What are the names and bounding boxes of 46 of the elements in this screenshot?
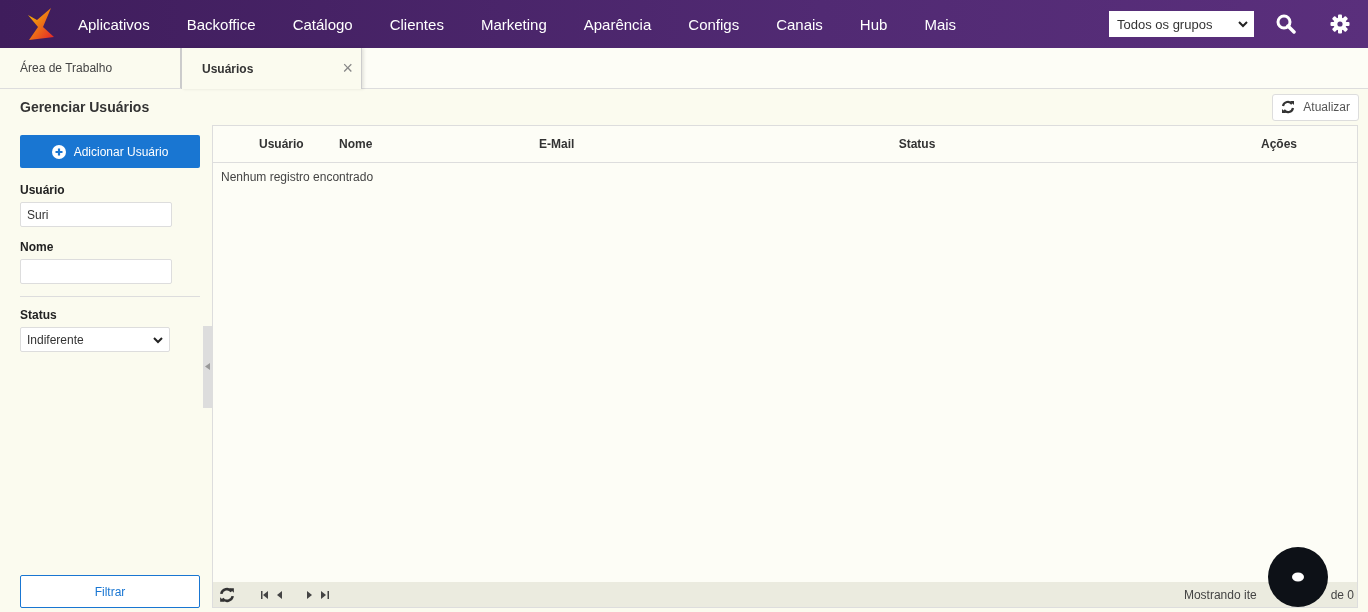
text-input-field[interactable]: Suri	[20, 202, 172, 227]
field-label: Status	[20, 308, 58, 322]
group-select[interactable]: Todos os grupos	[1109, 11, 1254, 37]
empty-message: Nenhum registro encontrado	[220, 169, 375, 186]
plus-circle-icon	[51, 144, 66, 159]
last-page-icon[interactable]	[321, 590, 329, 599]
tab[interactable]: Área de Trabalho	[0, 48, 181, 88]
chat-bubble-icon	[1291, 572, 1305, 582]
add-user-button[interactable]: Adicionar Usuário	[20, 135, 200, 168]
panel-collapse-handle[interactable]	[203, 325, 212, 408]
nav-menu-item[interactable]: Catálogo	[292, 11, 353, 37]
settings-icon[interactable]	[1330, 14, 1350, 34]
refresh-button[interactable]: Atualizar	[1272, 93, 1359, 121]
page-title: Gerenciar Usuários	[20, 99, 150, 115]
nav-menu-item[interactable]: Marketing	[480, 11, 547, 37]
field-label: Usuário	[20, 183, 66, 197]
pager-status-text: de 0	[1330, 587, 1354, 602]
nav-menu-item[interactable]: Mais	[924, 11, 957, 37]
tab[interactable]: Usuários ×	[181, 48, 362, 89]
nav-menu-item[interactable]: Configs	[688, 11, 740, 37]
nav-menu-item[interactable]: Backoffice	[186, 11, 256, 37]
nav-menu-item[interactable]: Hub	[859, 11, 888, 37]
column-header[interactable]: Usuário	[259, 137, 339, 151]
previous-page-icon[interactable]	[277, 590, 283, 599]
logo-icon[interactable]	[26, 7, 56, 41]
column-header[interactable]: E-Mail	[539, 137, 759, 151]
column-header[interactable]: Nome	[339, 137, 539, 151]
refresh-icon	[1281, 100, 1296, 114]
text-input-field[interactable]	[20, 259, 172, 284]
chevron-down-icon	[1238, 20, 1248, 28]
column-header[interactable]: Ações	[1075, 137, 1357, 151]
chevron-down-icon	[153, 335, 163, 344]
nav-menu-item[interactable]: Aplicativos	[78, 11, 150, 37]
nav-menu-item[interactable]: Clientes	[389, 11, 444, 37]
filter-button[interactable]: Filtrar	[20, 575, 200, 608]
close-icon[interactable]: ×	[342, 58, 353, 79]
refresh-icon[interactable]	[219, 586, 235, 603]
pager-status-text: Mostrando ite	[1183, 587, 1257, 602]
nav-menu-item[interactable]: Aparência	[583, 11, 652, 37]
field-label: Nome	[20, 240, 55, 254]
search-icon[interactable]	[1276, 14, 1296, 34]
nav-menu-item[interactable]: Canais	[776, 11, 823, 37]
column-header[interactable]: Status	[759, 137, 1075, 151]
status-select[interactable]: Indiferente	[20, 327, 170, 352]
next-page-icon[interactable]	[307, 590, 313, 599]
first-page-icon[interactable]	[261, 590, 269, 599]
